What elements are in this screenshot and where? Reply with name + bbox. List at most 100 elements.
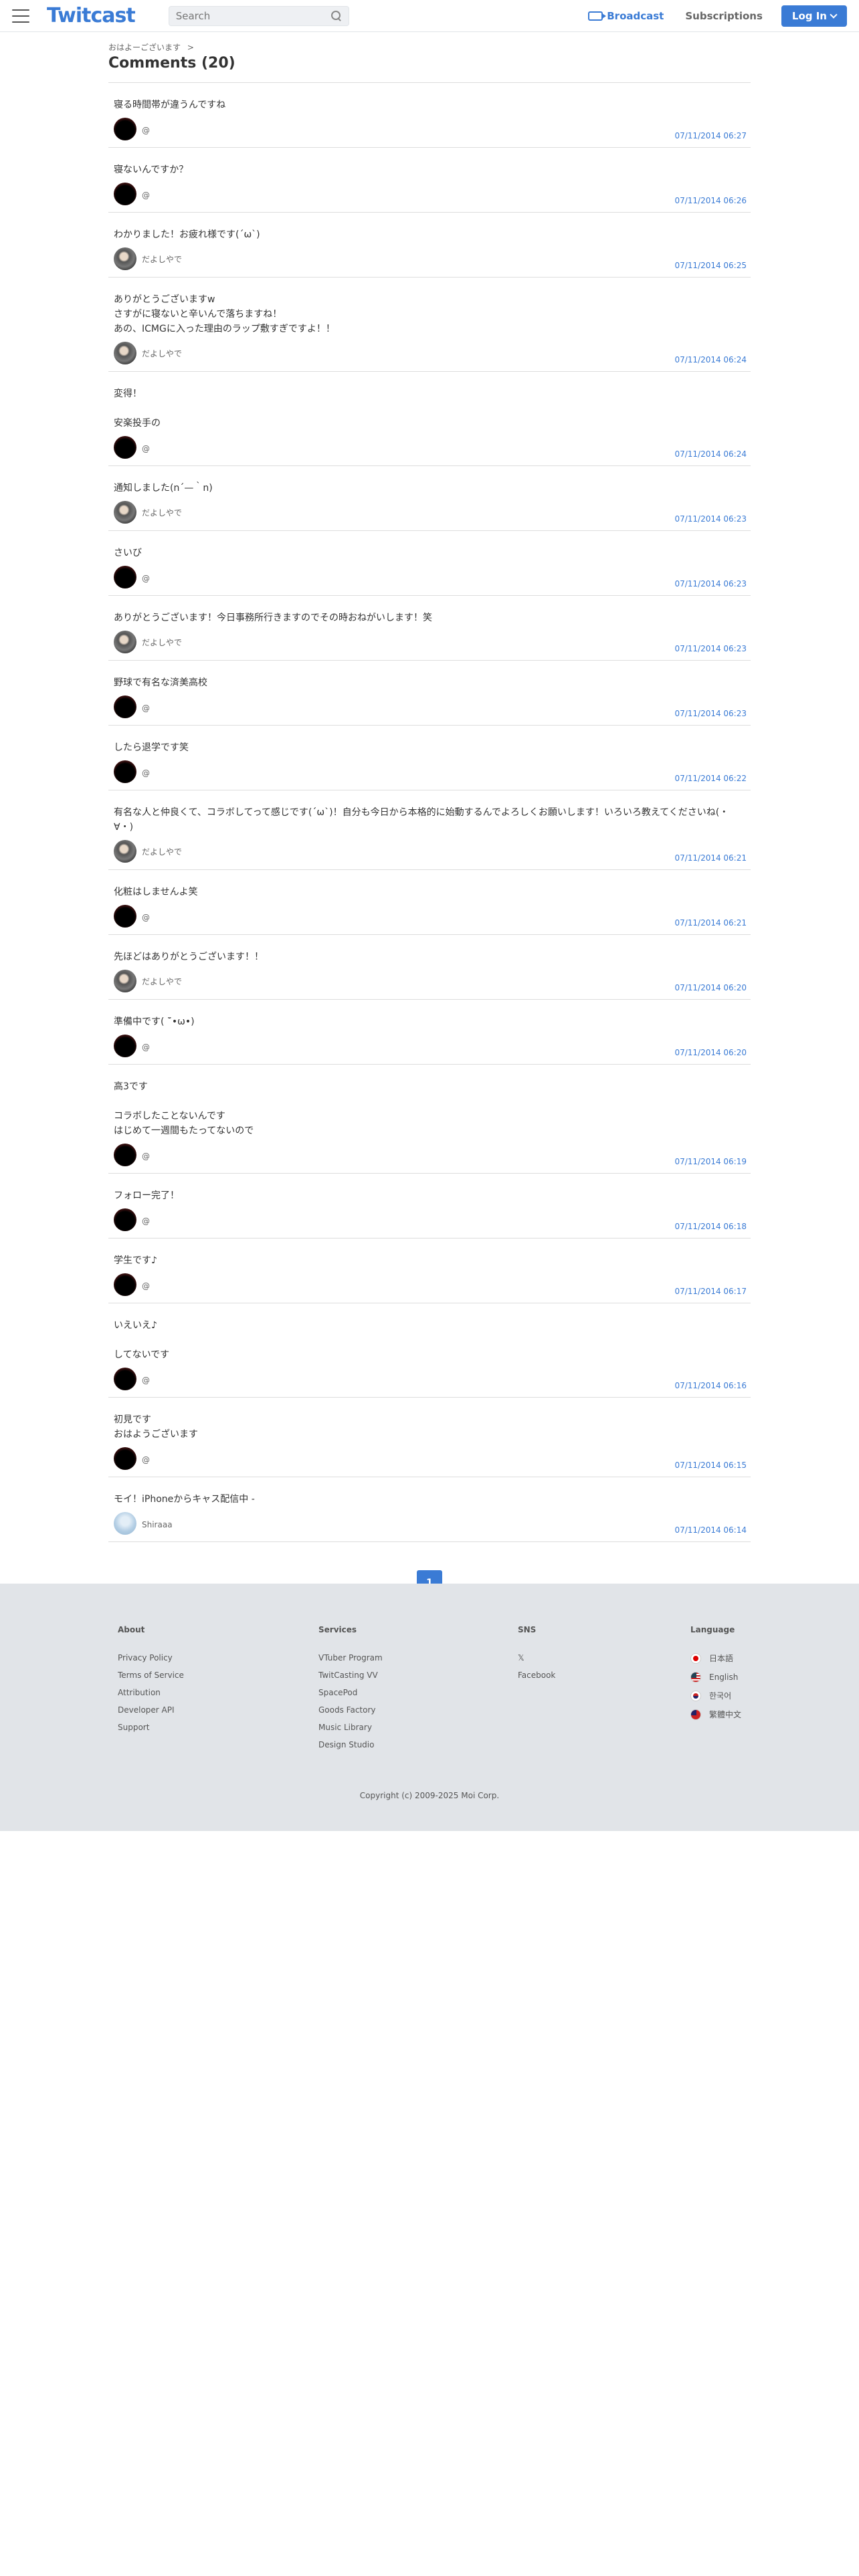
- comment-author[interactable]: だよしやで: [142, 846, 182, 857]
- comment-date[interactable]: 07/11/2014 06:23: [674, 644, 747, 653]
- comment-author[interactable]: だよしやで: [142, 348, 182, 359]
- comment-item: さいび @07/11/2014 06:23: [108, 531, 751, 596]
- comment-date[interactable]: 07/11/2014 06:19: [674, 1157, 747, 1166]
- comment-author[interactable]: @: [142, 768, 150, 778]
- comment-text: したら退学です笑: [114, 742, 189, 753]
- comment-author[interactable]: @: [142, 1152, 150, 1161]
- footer-link[interactable]: TwitCasting VV: [318, 1667, 518, 1684]
- search-box[interactable]: [168, 5, 349, 26]
- language-option-zh-tw[interactable]: 繁體中文: [690, 1705, 741, 1724]
- avatar[interactable]: [114, 1144, 136, 1166]
- comment-author[interactable]: @: [142, 191, 150, 200]
- avatar[interactable]: [114, 1512, 136, 1535]
- avatar[interactable]: [114, 501, 136, 524]
- comment-date[interactable]: 07/11/2014 06:17: [674, 1287, 747, 1296]
- avatar[interactable]: [114, 183, 136, 205]
- comment-date[interactable]: 07/11/2014 06:24: [674, 355, 747, 364]
- comment-author[interactable]: @: [142, 1043, 150, 1052]
- comment-date[interactable]: 07/11/2014 06:23: [674, 579, 747, 588]
- comment-date[interactable]: 07/11/2014 06:20: [674, 983, 747, 992]
- comment-author[interactable]: @: [142, 704, 150, 713]
- comment-author[interactable]: だよしやで: [142, 976, 182, 987]
- footer-link[interactable]: Support: [118, 1719, 318, 1736]
- comment-meta: @07/11/2014 06:27: [114, 118, 747, 140]
- footer-link[interactable]: Attribution: [118, 1684, 318, 1701]
- comment-date[interactable]: 07/11/2014 06:23: [674, 709, 747, 718]
- subscriptions-link[interactable]: Subscriptions: [685, 10, 763, 22]
- avatar[interactable]: [114, 760, 136, 783]
- comment-author[interactable]: だよしやで: [142, 637, 182, 648]
- language-option-ja[interactable]: 日本語: [690, 1649, 741, 1668]
- avatar[interactable]: [114, 695, 136, 718]
- comment-author[interactable]: @: [142, 444, 150, 453]
- header-actions: Broadcast Subscriptions Log In: [588, 5, 847, 27]
- footer-link[interactable]: Terms of Service: [118, 1667, 318, 1684]
- language-option-ko[interactable]: 한국어: [690, 1687, 741, 1705]
- comment-date[interactable]: 07/11/2014 06:24: [674, 449, 747, 459]
- avatar[interactable]: [114, 840, 136, 863]
- avatar[interactable]: [114, 970, 136, 992]
- comment-meta: @07/11/2014 06:19: [114, 1144, 747, 1166]
- facebook-link[interactable]: Facebook: [518, 1667, 690, 1684]
- comment-author[interactable]: @: [142, 913, 150, 922]
- footer-link[interactable]: Developer API: [118, 1701, 318, 1719]
- comment-author[interactable]: Shiraaa: [142, 1520, 173, 1529]
- site-logo[interactable]: Twitcast: [47, 4, 136, 27]
- comment-text: 通知しました(n´—｀n): [114, 483, 213, 494]
- x-link[interactable]: 𝕏: [518, 1649, 690, 1667]
- comment-date[interactable]: 07/11/2014 06:20: [674, 1048, 747, 1057]
- comment-author[interactable]: @: [142, 1216, 150, 1226]
- avatar[interactable]: [114, 1368, 136, 1390]
- comment-date[interactable]: 07/11/2014 06:21: [674, 853, 747, 863]
- avatar[interactable]: [114, 118, 136, 140]
- footer-link[interactable]: SpacePod: [318, 1684, 518, 1701]
- avatar[interactable]: [114, 905, 136, 928]
- comment-date[interactable]: 07/11/2014 06:14: [674, 1525, 747, 1535]
- footer-link[interactable]: Goods Factory: [318, 1701, 518, 1719]
- breadcrumb: おはよーございます >: [108, 41, 751, 52]
- comment-text: 高3です コラボしたことないんです はじめて一週間もたってないので: [114, 1081, 254, 1136]
- avatar[interactable]: [114, 342, 136, 364]
- avatar[interactable]: [114, 247, 136, 270]
- comment-author[interactable]: @: [142, 1376, 150, 1385]
- search-icon[interactable]: [330, 10, 342, 21]
- search-input[interactable]: [175, 9, 331, 22]
- comment-date[interactable]: 07/11/2014 06:15: [674, 1461, 747, 1470]
- comment-date[interactable]: 07/11/2014 06:22: [674, 774, 747, 783]
- avatar[interactable]: [114, 1208, 136, 1231]
- broadcast-link[interactable]: Broadcast: [588, 10, 664, 22]
- comment-author[interactable]: @: [142, 1281, 150, 1291]
- comment-author[interactable]: @: [142, 1455, 150, 1465]
- hamburger-menu-icon[interactable]: [12, 9, 29, 23]
- login-button[interactable]: Log In: [781, 5, 847, 27]
- avatar[interactable]: [114, 436, 136, 459]
- comment-date[interactable]: 07/11/2014 06:27: [674, 131, 747, 140]
- language-option-en[interactable]: English: [690, 1668, 741, 1687]
- comment-date[interactable]: 07/11/2014 06:21: [674, 918, 747, 928]
- comment-date[interactable]: 07/11/2014 06:26: [674, 196, 747, 205]
- comment-date[interactable]: 07/11/2014 06:23: [674, 514, 747, 524]
- comment-item: 通知しました(n´—｀n) だよしやで 07/11/2014 06:23: [108, 466, 751, 531]
- footer-link[interactable]: Music Library: [318, 1719, 518, 1736]
- comment-date[interactable]: 07/11/2014 06:16: [674, 1381, 747, 1390]
- comment-date[interactable]: 07/11/2014 06:25: [674, 261, 747, 270]
- avatar[interactable]: [114, 1447, 136, 1470]
- avatar[interactable]: [114, 1035, 136, 1057]
- comment-item: 学生です♪ @07/11/2014 06:17: [108, 1239, 751, 1303]
- footer-link[interactable]: Design Studio: [318, 1736, 518, 1753]
- breadcrumb-item[interactable]: おはよーございます: [108, 43, 181, 52]
- footer-link[interactable]: Privacy Policy: [118, 1649, 318, 1667]
- comment-author[interactable]: @: [142, 574, 150, 583]
- avatar[interactable]: [114, 1273, 136, 1296]
- footer-link[interactable]: VTuber Program: [318, 1649, 518, 1667]
- login-label: Log In: [791, 9, 827, 22]
- footer-language: Language 日本語 English 한국어 繁體中文: [690, 1625, 741, 1753]
- comment-author[interactable]: だよしやで: [142, 507, 182, 518]
- comment-author[interactable]: だよしやで: [142, 253, 182, 265]
- avatar[interactable]: [114, 566, 136, 588]
- comment-item: 先ほどはありがとうございます！！ だよしやで 07/11/2014 06:20: [108, 935, 751, 1000]
- comment-meta: @07/11/2014 06:26: [114, 183, 747, 205]
- comment-author[interactable]: @: [142, 126, 150, 135]
- comment-date[interactable]: 07/11/2014 06:18: [674, 1222, 747, 1231]
- avatar[interactable]: [114, 631, 136, 653]
